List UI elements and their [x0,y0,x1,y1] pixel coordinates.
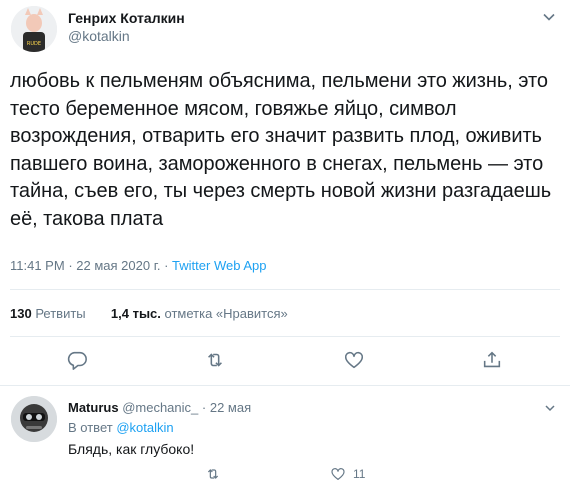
reply-like-count: 11 [353,467,366,481]
reply-icon[interactable] [66,349,88,371]
chevron-down-icon[interactable] [542,10,556,24]
reply-to-line: В ответ @kotalkin [68,420,174,435]
tweet-actions [0,349,570,373]
tweet-text: любовь к пельменям объяснима, пельмени э… [10,70,552,230]
like-icon[interactable] [343,349,365,371]
tweet-date[interactable]: 22 мая 2020 г. [76,258,160,273]
reply-text: Блядь, как глубоко! [68,441,195,457]
reply-to-handle[interactable]: @kotalkin [116,420,173,435]
reply-avatar[interactable] [11,396,57,442]
tweet-source[interactable]: Twitter Web App [172,258,266,273]
divider [10,336,560,337]
reply-author-handle[interactable]: @mechanic_ [122,400,198,415]
tweet-stats: 130 Ретвиты 1,4 тыс. отметка «Нравится» [10,306,288,321]
tweet-card: RUDE Генрих Коталкин @kotalkin любовь к … [0,0,570,481]
author-avatar[interactable]: RUDE [11,6,57,52]
tweet-time[interactable]: 11:41 PM [10,258,65,273]
reply-author-name[interactable]: Maturus [68,400,119,415]
chevron-down-icon[interactable] [544,402,556,414]
author-handle[interactable]: @kotalkin [68,28,130,44]
author-name[interactable]: Генрих Коталкин [68,10,185,26]
svg-text:RUDE: RUDE [27,41,41,47]
likes-stat[interactable]: 1,4 тыс. отметка «Нравится» [111,306,288,321]
reply-date[interactable]: 22 мая [210,400,251,415]
reply-header: Maturus @mechanic_ · 22 мая [68,400,252,415]
share-icon[interactable] [481,349,503,371]
retweet-icon[interactable] [204,349,226,371]
tweet-meta: 11:41 PM · 22 мая 2020 г. · Twitter Web … [10,258,267,273]
divider [0,385,570,386]
divider [10,289,560,290]
retweets-stat[interactable]: 130 Ретвиты [10,306,86,321]
reply-actions [0,466,570,480]
